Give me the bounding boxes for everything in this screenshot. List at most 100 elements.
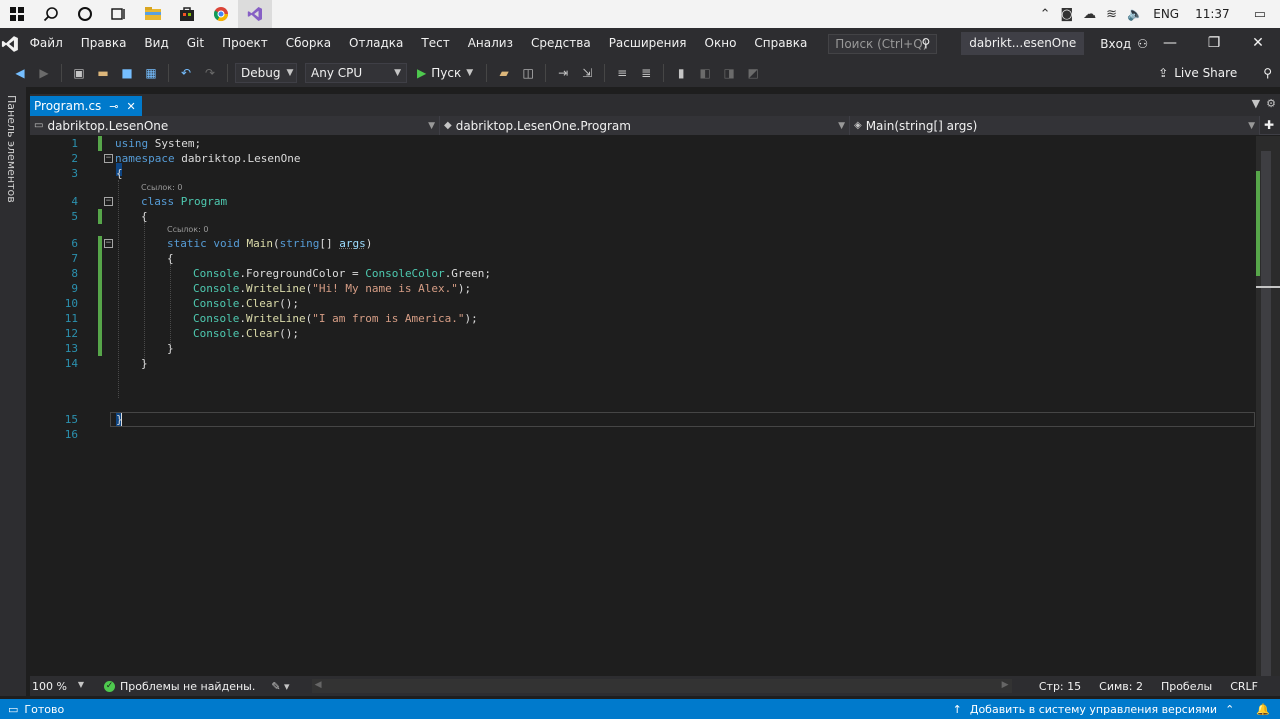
- chevron-up-icon[interactable]: ⌃: [1225, 703, 1234, 716]
- undo-icon[interactable]: ↶: [176, 63, 196, 83]
- chevron-down-icon[interactable]: ▼: [466, 68, 473, 78]
- chevron-up-icon[interactable]: ⌃: [1040, 7, 1051, 22]
- pin-icon[interactable]: ⊸: [109, 100, 118, 113]
- column-indicator[interactable]: Симв: 2: [1099, 680, 1143, 693]
- search-input[interactable]: Поиск (Ctrl+Q) ⚲: [828, 33, 938, 54]
- store-icon[interactable]: [170, 0, 204, 28]
- menu-analyze[interactable]: Анализ: [459, 28, 522, 59]
- new-project-icon[interactable]: ▣: [69, 63, 89, 83]
- minimize-icon[interactable]: —: [1148, 28, 1192, 59]
- menu-window[interactable]: Окно: [696, 28, 746, 59]
- sign-in-button[interactable]: Вход ⚇: [1100, 37, 1148, 51]
- feedback-icon[interactable]: ⚲: [1263, 66, 1272, 80]
- scrollbar-track[interactable]: [1261, 151, 1271, 676]
- notifications-bell-icon[interactable]: 🔔: [1256, 703, 1270, 716]
- visual-studio-taskbar-icon[interactable]: [238, 0, 272, 28]
- menu-file[interactable]: Файл: [21, 28, 72, 59]
- collapse-region-icon[interactable]: −: [104, 239, 113, 248]
- split-editor-icon[interactable]: ✚: [1260, 116, 1278, 134]
- code-line[interactable]: 9 Console.WriteLine("Hi! My name is Alex…: [30, 281, 1254, 296]
- solution-configuration-select[interactable]: Debug ▼: [235, 63, 297, 83]
- issues-indicator[interactable]: ✓ Проблемы не найдены.: [104, 680, 255, 693]
- menu-project[interactable]: Проект: [213, 28, 277, 59]
- step-into-icon[interactable]: ⇥: [553, 63, 573, 83]
- zoom-select[interactable]: 100 % ▼: [30, 680, 90, 693]
- tab-program-cs[interactable]: Program.cs ⊸ ✕: [30, 96, 142, 116]
- clock[interactable]: 11:37: [1195, 7, 1230, 21]
- windows-start-icon[interactable]: [0, 0, 34, 28]
- cortana-icon[interactable]: [68, 0, 102, 28]
- tab-list-dropdown-icon[interactable]: ▼: [1252, 97, 1260, 110]
- close-tab-icon[interactable]: ✕: [127, 100, 136, 113]
- restore-icon[interactable]: ❐: [1192, 28, 1236, 59]
- menu-help[interactable]: Справка: [745, 28, 816, 59]
- search-icon[interactable]: [34, 0, 68, 28]
- code-line[interactable]: 6 − static void Main(string[] args): [30, 236, 1254, 251]
- chrome-icon[interactable]: [204, 0, 238, 28]
- code-line[interactable]: 7 {: [30, 251, 1254, 266]
- onedrive-icon[interactable]: ☁: [1083, 7, 1096, 22]
- code-line[interactable]: 14 }: [30, 356, 1254, 371]
- solution-name[interactable]: dabrikt...esenOne: [961, 32, 1085, 55]
- settings-gear-icon[interactable]: ⚙: [1266, 97, 1276, 110]
- menu-debug[interactable]: Отладка: [340, 28, 412, 59]
- menu-git[interactable]: Git: [178, 28, 213, 59]
- save-all-icon[interactable]: ▦: [141, 63, 161, 83]
- forward-icon[interactable]: ▶: [34, 63, 54, 83]
- clear-bookmarks-icon[interactable]: ◩: [743, 63, 763, 83]
- line-indicator[interactable]: Стр: 15: [1039, 680, 1081, 693]
- browse-folder-icon[interactable]: ▰: [494, 63, 514, 83]
- screenshot-icon[interactable]: ◫: [518, 63, 538, 83]
- menu-build[interactable]: Сборка: [277, 28, 340, 59]
- solution-platform-select[interactable]: Any CPU ▼: [305, 63, 407, 83]
- horizontal-scrollbar[interactable]: ◀ ▶: [311, 679, 1012, 693]
- save-icon[interactable]: ■: [117, 63, 137, 83]
- type-dropdown[interactable]: ◆ dabriktop.LesenOne.Program ▼: [440, 116, 850, 135]
- code-line[interactable]: 13 }: [30, 341, 1254, 356]
- back-icon[interactable]: ◀: [10, 63, 30, 83]
- file-explorer-icon[interactable]: [136, 0, 170, 28]
- project-dropdown[interactable]: ▭ dabriktop.LesenOne ▼: [30, 116, 440, 135]
- line-ending-indicator[interactable]: CRLF: [1230, 680, 1258, 693]
- bookmark-icon[interactable]: ▮: [671, 63, 691, 83]
- code-editor[interactable]: 1 using System; 2 − namespace dabriktop.…: [30, 136, 1280, 676]
- code-line[interactable]: 4 − class Program: [30, 194, 1254, 209]
- collapse-region-icon[interactable]: −: [104, 154, 113, 163]
- live-share-button[interactable]: ⇪ Live Share ⚲: [1158, 66, 1280, 80]
- code-line[interactable]: 5 {: [30, 209, 1254, 224]
- codelens-references[interactable]: Ссылок: 0: [167, 224, 208, 236]
- camera-icon[interactable]: ◙: [1061, 7, 1074, 22]
- notifications-icon[interactable]: ▭: [1254, 7, 1266, 22]
- code-line[interactable]: 12 Console.Clear();: [30, 326, 1254, 341]
- code-cleanup-icon[interactable]: ✎ ▾: [271, 680, 289, 693]
- previous-bookmark-icon[interactable]: ◧: [695, 63, 715, 83]
- code-line[interactable]: 10 Console.Clear();: [30, 296, 1254, 311]
- code-line[interactable]: 15 }: [30, 412, 1254, 427]
- member-dropdown[interactable]: ◈ Main(string[] args) ▼: [850, 116, 1260, 135]
- scroll-left-icon[interactable]: ◀: [315, 680, 322, 690]
- comment-icon[interactable]: ≡: [612, 63, 632, 83]
- menu-view[interactable]: Вид: [135, 28, 177, 59]
- toolbox-tab[interactable]: Панель элементов: [5, 95, 18, 203]
- input-language[interactable]: ENG: [1153, 7, 1179, 21]
- code-line[interactable]: 2 − namespace dabriktop.LesenOne: [30, 151, 1254, 166]
- open-file-icon[interactable]: ▬: [93, 63, 113, 83]
- whitespace-indicator[interactable]: Пробелы: [1161, 680, 1212, 693]
- volume-icon[interactable]: 🔈: [1127, 7, 1143, 22]
- code-line[interactable]: 16: [30, 427, 1254, 442]
- codelens-references[interactable]: Ссылок: 0: [141, 182, 182, 194]
- code-line[interactable]: 11 Console.WriteLine("I am from is Ameri…: [30, 311, 1254, 326]
- next-bookmark-icon[interactable]: ◨: [719, 63, 739, 83]
- vertical-scrollbar[interactable]: [1256, 136, 1280, 676]
- task-view-icon[interactable]: [102, 0, 136, 28]
- uncomment-icon[interactable]: ≣: [636, 63, 656, 83]
- start-debugging-button[interactable]: ▶ Пуск ▼: [411, 66, 479, 80]
- menu-test[interactable]: Тест: [412, 28, 458, 59]
- code-line[interactable]: 3 {: [30, 166, 1254, 181]
- redo-icon[interactable]: ↷: [200, 63, 220, 83]
- step-over-icon[interactable]: ⇲: [577, 63, 597, 83]
- add-to-source-control-button[interactable]: Добавить в систему управления версиями: [970, 703, 1217, 716]
- close-icon[interactable]: ✕: [1236, 28, 1280, 59]
- collapse-region-icon[interactable]: −: [104, 197, 113, 206]
- code-line[interactable]: 8 Console.ForegroundColor = ConsoleColor…: [30, 266, 1254, 281]
